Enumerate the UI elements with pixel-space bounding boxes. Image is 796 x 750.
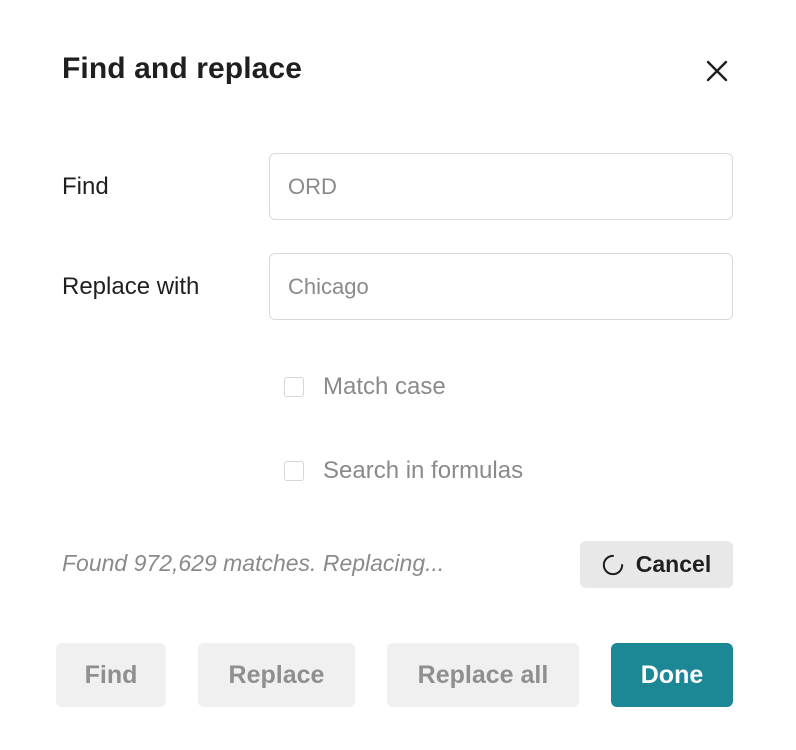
status-message: Found 972,629 matches. Replacing...	[62, 550, 445, 576]
search-formulas-option[interactable]: Search in formulas	[284, 457, 523, 485]
replace-input[interactable]	[269, 253, 733, 320]
match-case-label: Match case	[323, 373, 446, 400]
cancel-button[interactable]: Cancel	[580, 541, 733, 588]
find-replace-dialog: Find and replace Find Replace with Match…	[0, 0, 796, 750]
match-case-checkbox[interactable]	[284, 377, 304, 397]
search-formulas-label: Search in formulas	[323, 457, 524, 484]
replace-button[interactable]: Replace	[198, 643, 355, 707]
cancel-label: Cancel	[635, 551, 712, 577]
find-label: Find	[62, 173, 109, 200]
close-button[interactable]	[700, 54, 734, 88]
close-icon	[706, 60, 728, 82]
find-input[interactable]	[269, 153, 733, 220]
replace-with-label: Replace with	[62, 273, 200, 300]
search-formulas-checkbox[interactable]	[284, 461, 304, 481]
replace-all-button[interactable]: Replace all	[387, 643, 579, 707]
match-case-option[interactable]: Match case	[284, 373, 446, 401]
spinner-icon	[602, 554, 624, 576]
find-button[interactable]: Find	[56, 643, 166, 707]
done-button[interactable]: Done	[611, 643, 733, 707]
dialog-title: Find and replace	[62, 52, 302, 85]
